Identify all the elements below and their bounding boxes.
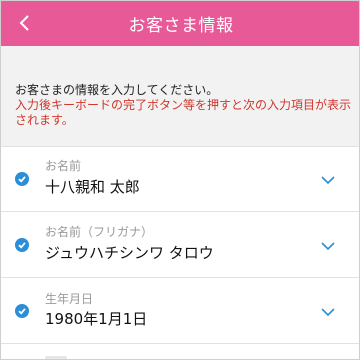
- field-value: 1980年1月1日: [45, 310, 148, 328]
- page-title: お客さま情報: [128, 16, 234, 36]
- field-name[interactable]: お名前 十八親和 太郎: [1, 146, 359, 211]
- instruction-main: お客さまの情報を入力してください。: [15, 83, 219, 97]
- chevron-down-icon[interactable]: [319, 174, 337, 186]
- back-button[interactable]: [9, 7, 39, 39]
- chevron-left-icon: [19, 15, 29, 31]
- check-circle-icon: [15, 238, 29, 252]
- instruction-warning: 入力後キーボードの完了ボタン等を押すと次の入力項目が表示されます。: [15, 98, 352, 127]
- instruction-text: お客さまの情報を入力してください。 入力後キーボードの完了ボタン等を押すと次の入…: [15, 83, 351, 128]
- field-name-kana[interactable]: お名前（フリガナ） ジュウハチシンワ タロウ: [1, 211, 359, 277]
- app-header: お客さま情報: [1, 1, 359, 46]
- check-circle-icon: [15, 304, 29, 318]
- field-next[interactable]: [1, 343, 359, 359]
- chevron-down-icon[interactable]: [319, 306, 337, 318]
- field-label: 生年月日: [45, 292, 94, 306]
- field-value: 十八親和 太郎: [45, 178, 140, 196]
- check-circle-icon: [15, 172, 29, 186]
- field-value: ジュウハチシンワ タロウ: [45, 244, 214, 262]
- field-label-placeholder: [45, 356, 67, 359]
- field-label: お名前（フリガナ）: [45, 225, 154, 239]
- field-birthdate[interactable]: 生年月日 1980年1月1日: [1, 277, 359, 343]
- field-label: お名前: [45, 159, 82, 173]
- app-frame: お客さま情報 お客さまの情報を入力してください。 入力後キーボードの完了ボタン等…: [0, 0, 360, 360]
- chevron-down-icon[interactable]: [319, 240, 337, 252]
